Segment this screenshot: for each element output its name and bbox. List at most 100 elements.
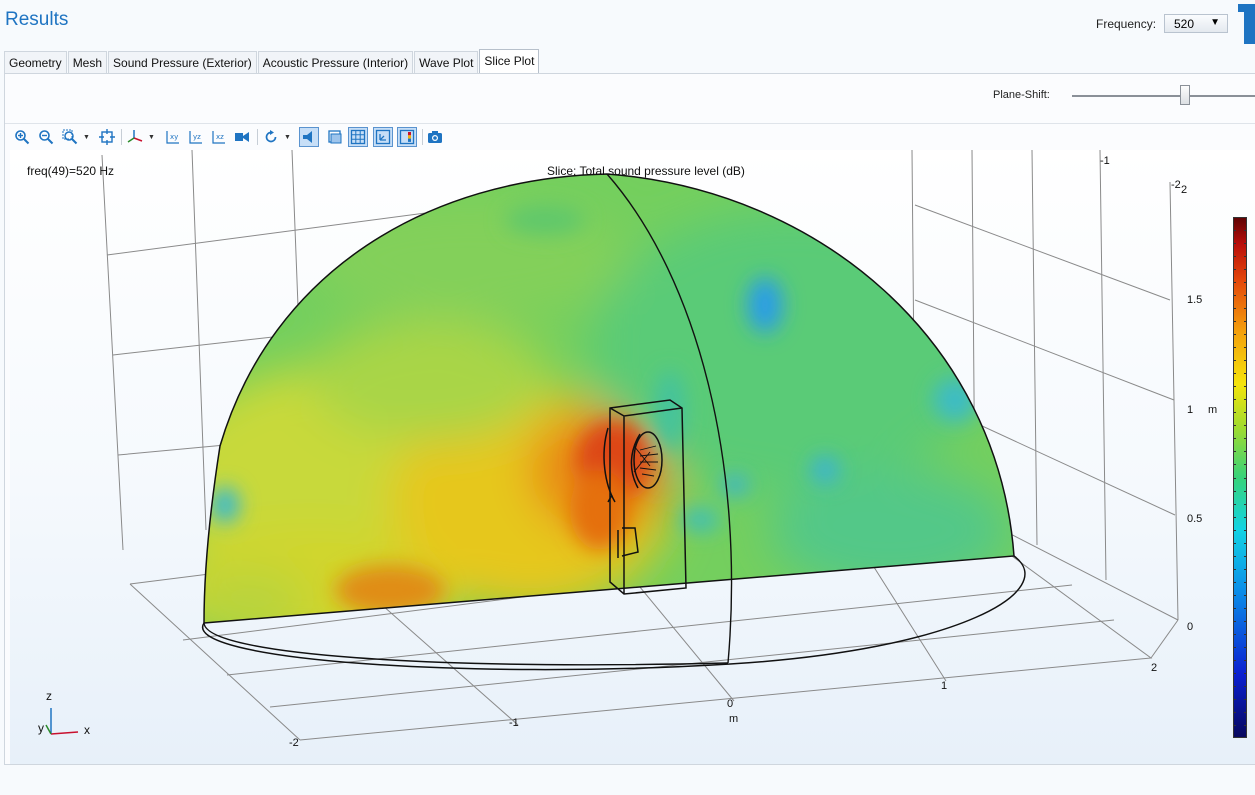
color-legend-tick <box>1233 464 1236 465</box>
color-legend-tick <box>1244 399 1247 400</box>
color-legend-tick <box>1233 451 1236 452</box>
go-to-default-view-button[interactable] <box>125 127 145 147</box>
x-tick-1: 1 <box>941 680 947 692</box>
color-legend-tick <box>1244 451 1247 452</box>
color-legend-tick <box>1233 517 1236 518</box>
color-legend-tick <box>1233 373 1236 374</box>
z-tick-1: 1 <box>1187 404 1193 416</box>
color-legend-tick <box>1244 660 1247 661</box>
color-legend-tick <box>1244 504 1247 505</box>
svg-text:yz: yz <box>193 133 201 141</box>
show-legends-button[interactable] <box>397 127 417 147</box>
snapshot-camera-icon <box>428 131 442 143</box>
rotate-dropdown-arrow[interactable]: ▼ <box>283 127 292 147</box>
show-grid-button[interactable] <box>348 127 368 147</box>
color-legend-tick <box>1244 425 1247 426</box>
chevron-down-icon: ▼ <box>284 133 291 141</box>
color-legend-tick <box>1233 295 1236 296</box>
z-unit-label: m <box>1208 404 1217 416</box>
color-legend-tick <box>1233 399 1236 400</box>
color-legend-tick <box>1244 621 1247 622</box>
color-legend-tick <box>1233 543 1236 544</box>
tab-sound-pressure-exterior[interactable]: Sound Pressure (Exterior) <box>108 51 257 73</box>
z-tick-2: 2 <box>1181 184 1187 196</box>
x-tick-minus-2: -2 <box>289 737 299 749</box>
color-legend-tick <box>1244 673 1247 674</box>
color-legend-tick <box>1233 530 1236 531</box>
result-tabs: Geometry Mesh Sound Pressure (Exterior) … <box>4 49 540 73</box>
x-tick-0: 0 <box>727 698 733 710</box>
color-legend-tick <box>1233 334 1236 335</box>
graphics-viewport[interactable]: 2 1.5 1 m 0.5 0 -2 -1 0 m 1 2 -1 -2 z y … <box>10 150 1255 764</box>
color-legend-tick <box>1233 386 1236 387</box>
zoom-out-button[interactable] <box>36 127 56 147</box>
color-legend-tick <box>1244 295 1247 296</box>
slice-plot-scene[interactable]: 2 1.5 1 m 0.5 0 -2 -1 0 m 1 2 -1 -2 z y … <box>10 150 1255 764</box>
color-legend-tick <box>1233 660 1236 661</box>
tab-mesh[interactable]: Mesh <box>67 51 108 73</box>
color-legend-tick <box>1233 360 1236 361</box>
plane-shift-slider-thumb[interactable] <box>1180 85 1190 105</box>
speaker-icon <box>303 131 312 143</box>
tab-slice-plot[interactable]: Slice Plot <box>479 49 540 73</box>
color-legend-tick <box>1244 478 1247 479</box>
show-axis-button[interactable] <box>373 127 393 147</box>
tab-wave-plot[interactable]: Wave Plot <box>414 51 479 73</box>
x-tick-minus-1: -1 <box>509 717 519 729</box>
yz-plane-icon: yz <box>189 131 202 144</box>
zoom-dropdown-arrow[interactable]: ▼ <box>82 127 91 147</box>
color-legend-tick <box>1244 464 1247 465</box>
color-legend-tick <box>1233 230 1236 231</box>
color-legend-tick <box>1233 269 1236 270</box>
color-legend-tick <box>1233 347 1236 348</box>
plane-shift-slider[interactable] <box>1072 95 1255 97</box>
color-legend-tick <box>1233 569 1236 570</box>
x-unit-label: m <box>729 713 738 725</box>
scene-light-button[interactable] <box>299 127 319 147</box>
color-legend-tick <box>1233 621 1236 622</box>
color-legend-tick <box>1233 582 1236 583</box>
axis-triad: z y x <box>38 689 90 737</box>
color-legend-tick <box>1233 712 1236 713</box>
color-legend-tick <box>1244 491 1247 492</box>
color-legend-tick <box>1244 282 1247 283</box>
frequency-label: Frequency: <box>1096 17 1157 31</box>
color-legend-tick <box>1244 556 1247 557</box>
toolbar-divider <box>5 123 1255 124</box>
toolbar-separator <box>121 129 122 145</box>
yz-view-button[interactable]: yz <box>185 127 205 147</box>
zoom-extents-button[interactable] <box>97 127 117 147</box>
frequency-select[interactable]: 520 ▼ <box>1164 14 1228 33</box>
axis-orientation-icon <box>375 129 391 145</box>
plane-shift-label: Plane-Shift: <box>993 89 1050 101</box>
y-tick-minus-1: -1 <box>1100 155 1110 167</box>
frequency-value: 520 <box>1174 17 1195 31</box>
zoom-in-button[interactable] <box>12 127 32 147</box>
z-tick-0: 0 <box>1187 621 1193 633</box>
image-snapshot-button[interactable] <box>425 127 445 147</box>
color-legend-tick <box>1233 282 1236 283</box>
rotate-button[interactable] <box>261 127 281 147</box>
axes-view-icon <box>127 130 143 143</box>
grid-icon <box>350 129 366 145</box>
triad-z-label: z <box>46 689 52 703</box>
xy-view-button[interactable]: xy <box>162 127 182 147</box>
camera-projection-button[interactable] <box>232 127 252 147</box>
triad-y-label: y <box>38 721 44 735</box>
zoom-box-button[interactable] <box>60 127 80 147</box>
transparency-button[interactable] <box>325 127 345 147</box>
color-legend-tick <box>1244 712 1247 713</box>
xz-view-button[interactable]: xz <box>208 127 228 147</box>
toolbar-separator <box>257 129 258 145</box>
color-legend-tick <box>1244 686 1247 687</box>
triad-x-label: x <box>84 723 90 737</box>
tab-geometry[interactable]: Geometry <box>4 51 67 73</box>
color-legend-tick <box>1244 308 1247 309</box>
color-legend-tick <box>1233 608 1236 609</box>
zoom-box-icon <box>62 129 78 145</box>
chevron-down-icon: ▼ <box>83 133 90 141</box>
rotate-icon <box>265 130 277 143</box>
color-legend-tick <box>1244 347 1247 348</box>
view-dropdown-arrow[interactable]: ▼ <box>147 127 156 147</box>
tab-acoustic-pressure-interior[interactable]: Acoustic Pressure (Interior) <box>257 51 414 73</box>
